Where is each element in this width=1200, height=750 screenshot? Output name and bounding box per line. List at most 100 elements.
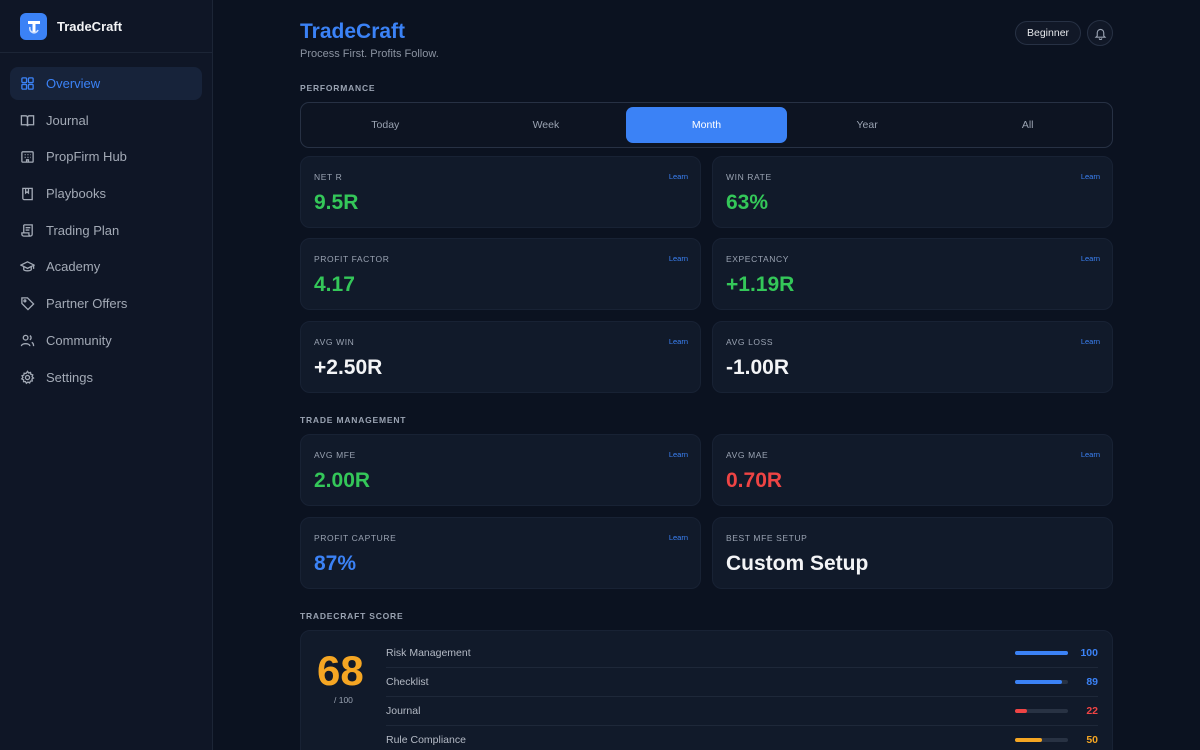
tab-year[interactable]: Year <box>787 107 948 143</box>
learn-link[interactable]: Learn <box>1081 172 1100 181</box>
score-row-label: Risk Management <box>386 647 471 659</box>
notifications-button[interactable] <box>1087 20 1113 46</box>
book-icon <box>20 114 35 126</box>
sidebar-item-label: Playbooks <box>46 186 106 202</box>
metric-value: 87% <box>314 552 357 575</box>
score-row-label: Journal <box>386 705 421 717</box>
bell-icon <box>1094 28 1106 40</box>
score-bar-fill <box>1015 680 1063 684</box>
metric-label: WIN RATE <box>726 172 772 182</box>
tag-icon <box>21 297 35 311</box>
metric-value: 0.70R <box>726 469 783 492</box>
metric-card-profit-capture: PROFIT CAPTURE Learn 87% <box>300 517 701 589</box>
score-value: 68 <box>317 647 364 694</box>
score-bar-track <box>1015 709 1068 713</box>
metric-value: Custom Setup <box>726 552 869 575</box>
score-row-value: 50 <box>1086 734 1098 746</box>
metric-value: +1.19R <box>726 273 795 296</box>
score-bar-fill <box>1015 709 1027 713</box>
sidebar-item-label: Journal <box>46 112 89 128</box>
sidebar-item-community[interactable]: Community <box>10 324 202 357</box>
sidebar-item-journal[interactable]: Journal <box>10 104 202 137</box>
metric-card-profit-factor: PROFIT FACTOR Learn 4.17 <box>300 238 701 310</box>
metric-label: PROFIT CAPTURE <box>314 533 397 543</box>
sidebar-item-playbooks[interactable]: Playbooks <box>10 177 202 210</box>
metric-value: 9.5R <box>314 191 359 214</box>
sidebar-item-label: Overview <box>46 76 101 91</box>
score-panel: 68 / 100 Risk Management 100 Checklist 8… <box>300 630 1113 750</box>
score-bar-fill <box>1015 738 1042 742</box>
learn-link[interactable]: Learn <box>669 450 688 459</box>
metric-card-avg-loss: AVG LOSS Learn -1.00R <box>712 321 1113 393</box>
learn-link[interactable]: Learn <box>1081 450 1100 459</box>
metric-card-win-rate: WIN RATE Learn 63% <box>712 156 1113 228</box>
graduation-cap-icon <box>20 261 35 272</box>
metric-card-net-r: NET R Learn 9.5R <box>300 156 701 228</box>
metric-value: 63% <box>726 191 769 214</box>
metric-card-expectancy: EXPECTANCY Learn +1.19R <box>712 238 1113 310</box>
sidebar-item-label: Trading Plan <box>46 222 120 238</box>
metric-label: NET R <box>314 172 343 182</box>
score-row-value: 22 <box>1086 705 1098 717</box>
metric-card-best-mfe-setup: BEST MFE SETUP Custom Setup <box>712 517 1113 589</box>
grid-icon <box>21 77 34 90</box>
performance-section-label: PERFORMANCE <box>300 83 376 93</box>
score-bar-track <box>1015 680 1068 684</box>
sidebar: TradeCraft Overview Journal PropFirm Hub <box>0 0 213 750</box>
score-row-value: 100 <box>1080 647 1098 659</box>
building-icon <box>21 151 34 164</box>
learn-link[interactable]: Learn <box>669 337 688 346</box>
sidebar-item-label: Partner Offers <box>46 296 128 312</box>
score-bar-track <box>1015 651 1068 655</box>
learn-link[interactable]: Learn <box>669 533 688 542</box>
page-title: TradeCraft <box>300 20 406 43</box>
sidebar-item-label: Settings <box>46 369 93 385</box>
level-badge-button[interactable]: Beginner <box>1015 21 1082 45</box>
metric-label: AVG WIN <box>314 337 355 347</box>
score-bar-fill <box>1015 651 1068 655</box>
sidebar-item-propfirm-hub[interactable]: PropFirm Hub <box>10 140 202 173</box>
score-bar-track <box>1015 738 1068 742</box>
sidebar-item-partner-offers[interactable]: Partner Offers <box>10 287 202 320</box>
score-row-rule-compliance: Rule Compliance 50 <box>386 726 1098 750</box>
learn-link[interactable]: Learn <box>669 172 688 181</box>
learn-link[interactable]: Learn <box>1081 337 1100 346</box>
score-row-journal: Journal 22 <box>386 697 1098 726</box>
brand-name: TradeCraft <box>57 18 123 34</box>
metric-label: PROFIT FACTOR <box>314 254 390 264</box>
tab-month[interactable]: Month <box>626 107 787 143</box>
sidebar-item-label: Community <box>46 332 112 348</box>
metric-label: BEST MFE SETUP <box>726 533 808 543</box>
metric-card-avg-mfe: AVG MFE Learn 2.00R <box>300 434 701 506</box>
score-row-value: 89 <box>1086 676 1098 688</box>
tab-all[interactable]: All <box>947 107 1108 143</box>
tab-today[interactable]: Today <box>305 107 466 143</box>
learn-link[interactable]: Learn <box>669 254 688 263</box>
period-tabs: Today Week Month Year All <box>300 102 1113 148</box>
gear-icon <box>20 369 35 384</box>
brand[interactable]: TradeCraft <box>0 0 212 53</box>
metric-value: 4.17 <box>314 273 355 296</box>
scroll-icon <box>21 223 33 237</box>
sidebar-item-overview[interactable]: Overview <box>10 67 202 100</box>
metric-card-avg-mae: AVG MAE Learn 0.70R <box>712 434 1113 506</box>
score-section-label: TRADECRAFT SCORE <box>300 611 404 621</box>
trade-management-section-label: TRADE MANAGEMENT <box>300 415 407 425</box>
metric-label: EXPECTANCY <box>726 254 789 264</box>
sidebar-item-settings[interactable]: Settings <box>10 361 202 394</box>
sidebar-item-label: Academy <box>46 259 101 275</box>
score-row-label: Checklist <box>386 676 429 688</box>
page-subtitle: Process First. Profits Follow. <box>300 48 439 60</box>
sidebar-nav: Overview Journal PropFirm Hub Playbooks <box>0 53 212 394</box>
users-icon <box>20 334 35 347</box>
tab-week[interactable]: Week <box>466 107 627 143</box>
learn-link[interactable]: Learn <box>1081 254 1100 263</box>
metric-label: AVG MAE <box>726 450 769 460</box>
sidebar-item-academy[interactable]: Academy <box>10 250 202 283</box>
metric-label: AVG LOSS <box>726 337 774 347</box>
bookmark-book-icon <box>22 187 33 201</box>
logo-icon <box>20 12 47 40</box>
sidebar-item-trading-plan[interactable]: Trading Plan <box>10 214 202 247</box>
metric-value: -1.00R <box>726 356 790 379</box>
metric-label: AVG MFE <box>314 450 356 460</box>
